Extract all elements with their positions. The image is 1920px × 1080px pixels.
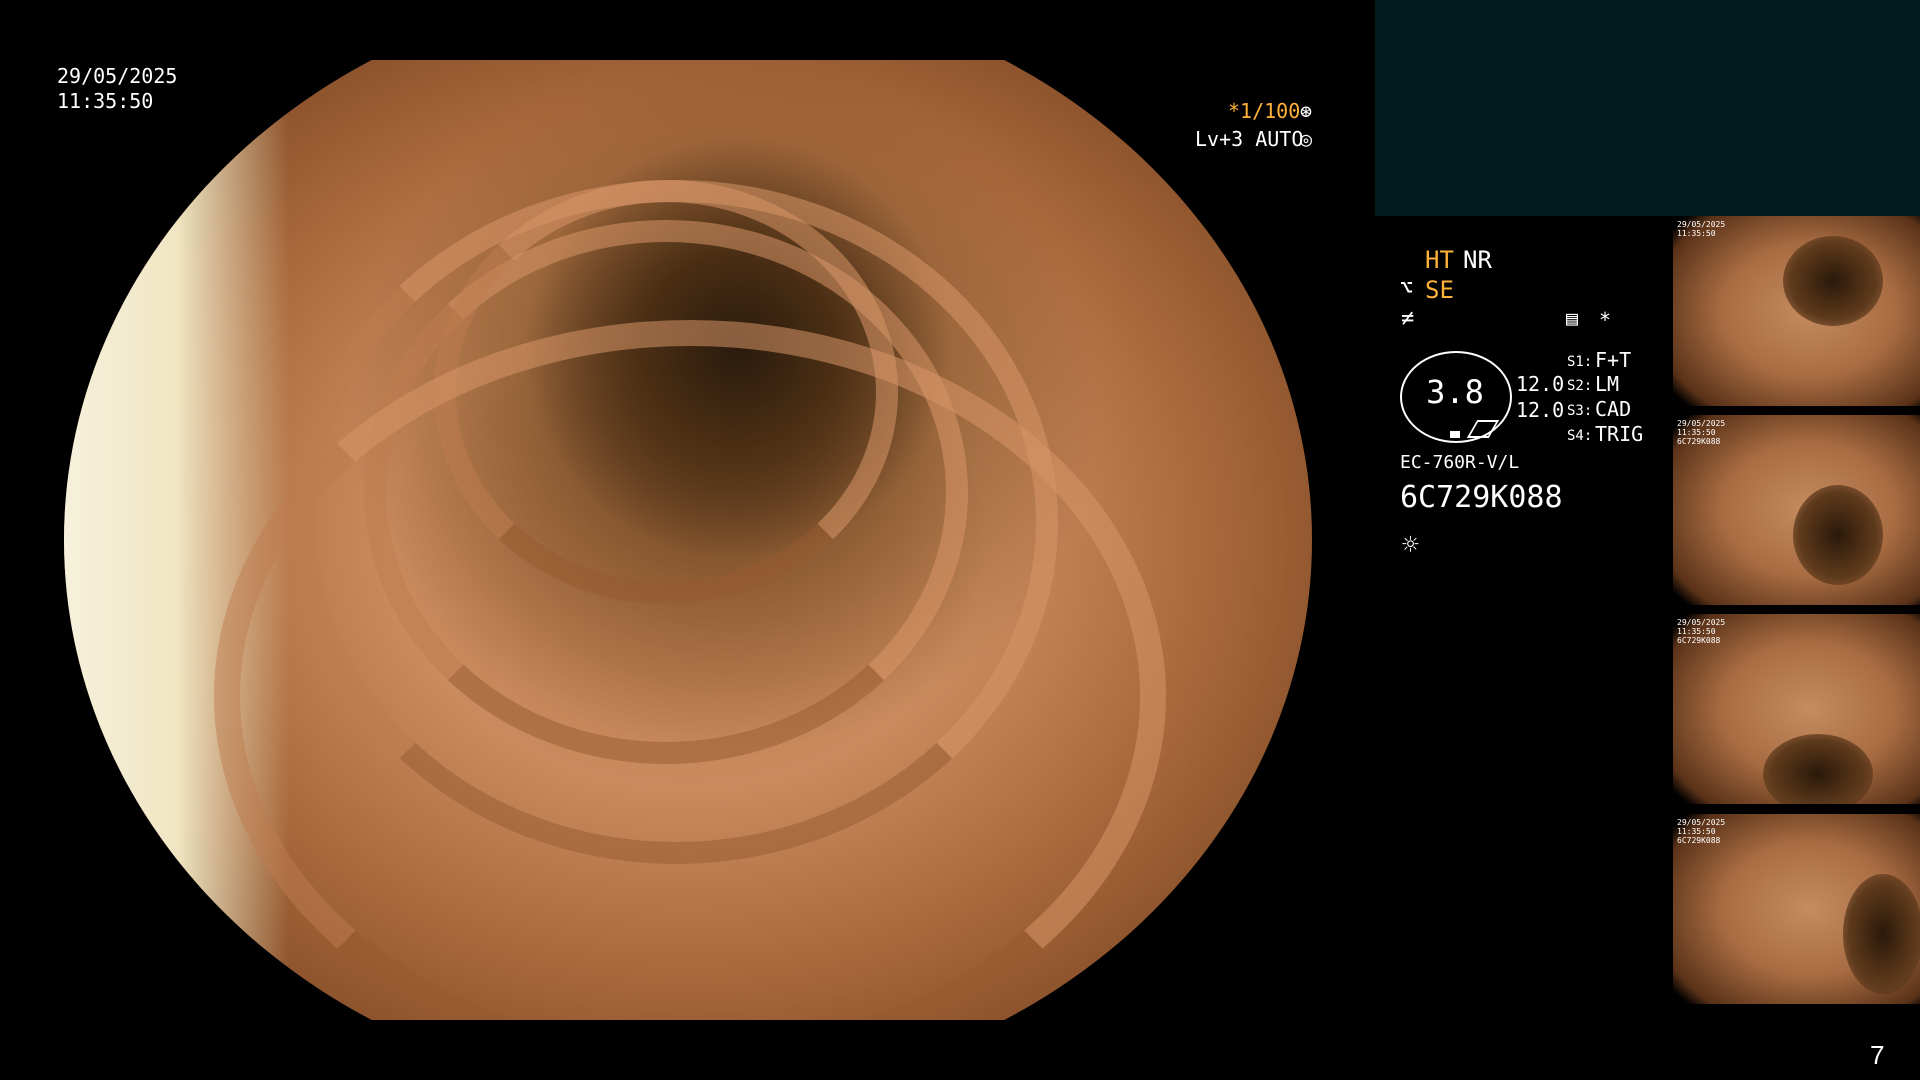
switch-key: S4:: [1567, 428, 1593, 444]
thumbnail-image[interactable]: 29/05/2025 11:35:50 6C729K088: [1673, 415, 1920, 605]
memory-icon: ▤: [1566, 306, 1579, 330]
thumbnail-image[interactable]: 29/05/2025 11:35:50 6C729K088: [1673, 814, 1920, 1004]
thumbnail-image[interactable]: 29/05/2025 11:35:50: [1673, 216, 1920, 406]
light-glare: [64, 60, 289, 1020]
thumbnail-image[interactable]: 29/05/2025 11:35:50 6C729K088: [1673, 614, 1920, 804]
focus-marker: [1450, 431, 1460, 438]
info-panel-background: [1375, 0, 1920, 216]
switch-key: S2:: [1567, 378, 1593, 394]
light-source-icon: ☼: [1402, 528, 1419, 561]
value-2: 12.0: [1516, 398, 1565, 422]
nr-mode: NR: [1463, 246, 1492, 274]
switch-value: CAD: [1595, 397, 1632, 421]
freeze-icon: ≠: [1401, 306, 1415, 331]
aperture-icon: ⊛: [1300, 99, 1313, 123]
endoscopy-main-image: [64, 60, 1312, 1020]
scope-serial: 6C729K088: [1400, 480, 1563, 515]
switch-value: LM: [1595, 372, 1620, 396]
switch-key: S3:: [1567, 403, 1593, 419]
scope-model: EC-760R-V/L: [1400, 452, 1520, 473]
se-mode: SE: [1425, 276, 1454, 304]
structure-enhance-icon: ⌥: [1400, 276, 1414, 301]
level-label: Lv+3 AUTO: [1195, 127, 1304, 151]
iris-icon: ◎: [1300, 127, 1313, 151]
date-label: 29/05/2025: [57, 64, 178, 88]
page-number: 7: [1870, 1040, 1885, 1070]
magnification-value: 3.8: [1426, 373, 1484, 411]
switch-value: F+T: [1595, 348, 1632, 372]
switch-value: TRIG: [1595, 422, 1644, 446]
ht-mode: HT: [1425, 246, 1454, 274]
switch-key: S1:: [1567, 354, 1593, 370]
asterisk-mark: *: [1599, 308, 1612, 332]
time-label: 11:35:50: [57, 89, 154, 113]
value-1: 12.0: [1516, 372, 1565, 396]
shutter-label: *1/100: [1228, 99, 1301, 123]
